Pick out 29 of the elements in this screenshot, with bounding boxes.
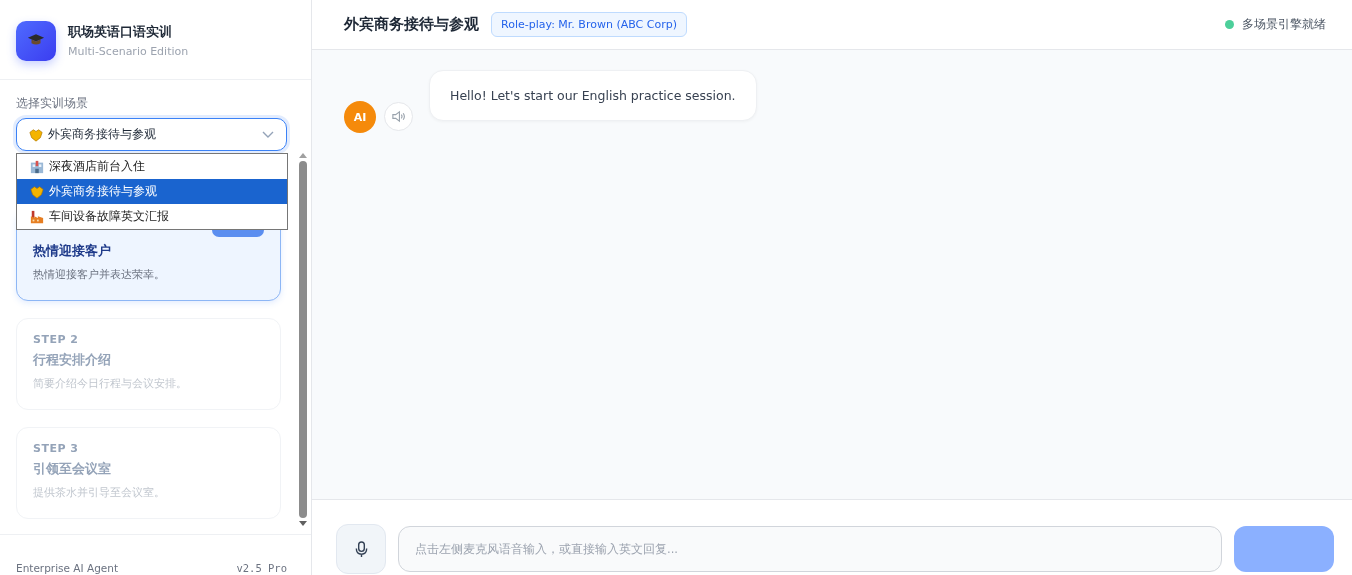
factory-icon <box>30 209 44 224</box>
speaker-button[interactable] <box>384 102 413 131</box>
step-title: 热情迎接客户 <box>33 242 112 260</box>
version-label: v2.5 Pro <box>236 562 287 574</box>
step-number: STEP 2 <box>33 332 79 346</box>
app-title: 职场英语口语实训 <box>68 23 173 41</box>
app-subtitle: Multi-Scenario Edition <box>68 45 189 58</box>
send-button[interactable] <box>1234 526 1334 572</box>
role-badge: Role-play: Mr. Brown (ABC Corp) <box>491 12 687 37</box>
microphone-button[interactable] <box>336 524 386 574</box>
message-input[interactable]: 点击左侧麦克风语音输入，或直接输入英文回复... <box>398 526 1222 572</box>
step-title: 行程安排介绍 <box>33 351 112 369</box>
dropdown-option[interactable]: 外宾商务接待与参观 <box>17 179 287 204</box>
status-text: 多场景引擎就绪 <box>1242 17 1326 32</box>
step-number: STEP 3 <box>33 441 79 455</box>
ai-avatar: AI <box>344 101 376 133</box>
footer-label: Enterprise AI Agent <box>16 562 119 574</box>
step-title: 引领至会议室 <box>33 460 112 478</box>
scenario-title: 外宾商务接待与参观 <box>344 15 479 34</box>
chat-bubble: Hello! Let's start our English practice session. <box>429 70 757 121</box>
dropdown-option[interactable]: 深夜酒店前台入住 <box>17 154 287 179</box>
speaker-icon <box>391 109 406 124</box>
step-description: 热情迎接客户并表达荣幸。 <box>33 267 166 282</box>
scenario-label: 选择实训场景 <box>16 96 89 111</box>
scenario-dropdown[interactable]: 外宾商务接待与参观 <box>16 118 287 151</box>
chevron-down-icon <box>262 130 274 139</box>
building-icon <box>30 159 44 174</box>
microphone-icon <box>353 540 369 558</box>
scrollbar[interactable] <box>297 153 309 526</box>
